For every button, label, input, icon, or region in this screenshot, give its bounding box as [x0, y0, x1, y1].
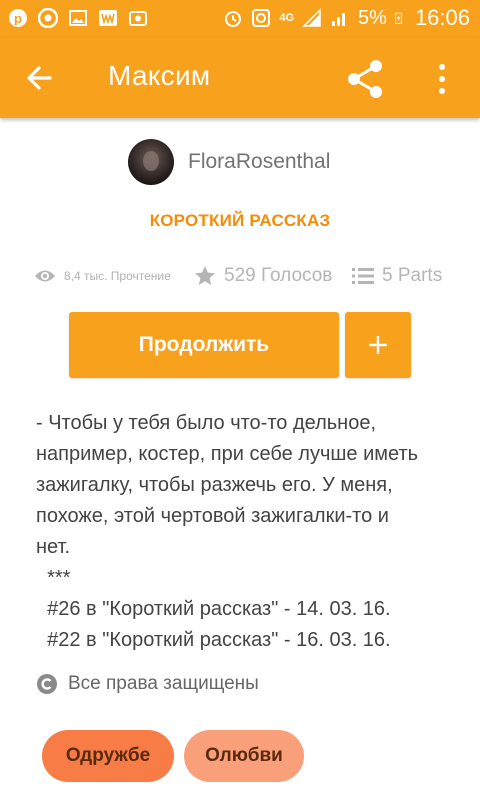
parts-count: 5 Parts — [382, 265, 443, 286]
image-icon — [69, 10, 87, 26]
star-icon — [195, 266, 215, 285]
continue-reading-button[interactable]: Продолжить — [69, 312, 339, 378]
description-line: #26 в "Короткий рассказ" - 14. 03. 16. — [36, 598, 391, 620]
reads-stat: 8,4 тыс. Прочтение — [34, 262, 171, 290]
status-bar: p 4G 5% 16:06 — [0, 0, 480, 38]
pinterest-icon: p — [9, 9, 27, 27]
copyright-text: Все права защищены — [68, 673, 259, 694]
story-description: - Чтобы у тебя было что-то дельное, напр… — [36, 408, 456, 656]
network-type: 4G — [279, 12, 295, 24]
alarm-icon — [225, 11, 242, 27]
description-line: нет. — [36, 536, 71, 558]
avatar[interactable] — [128, 139, 174, 185]
signal-icon — [302, 8, 321, 27]
plus-icon — [369, 336, 387, 354]
story-stats: 8,4 тыс. Прочтение 529 Голосов 5 Parts — [34, 262, 454, 290]
votes-stat: 529 Голосов — [194, 262, 332, 290]
app-bar: Максим — [0, 38, 480, 118]
add-to-library-button[interactable] — [345, 312, 411, 378]
copyright-notice: Все права защищены — [36, 673, 259, 695]
battery-percent: 5% — [358, 6, 387, 29]
share-button[interactable] — [344, 58, 386, 100]
wattpad-icon — [99, 10, 117, 26]
battery-charging-icon — [395, 12, 402, 24]
parts-stat[interactable]: 5 Parts — [352, 262, 442, 290]
chrome-icon — [38, 8, 58, 28]
category-label[interactable]: КОРОТКИЙ РАССКАЗ — [0, 211, 480, 231]
description-line: #22 в "Короткий рассказ" - 16. 03. 16. — [36, 629, 391, 651]
description-line: например, костер, при себе лучше иметь — [36, 443, 419, 465]
back-button[interactable] — [22, 60, 62, 96]
more-vert-icon — [439, 64, 445, 94]
tag-chip[interactable]: Одружбе — [42, 730, 174, 782]
votes-count: 529 Голосов — [224, 265, 333, 286]
author-name[interactable]: FloraRosenthal — [188, 150, 330, 174]
clock: 16:06 — [414, 5, 470, 30]
back-arrow-icon — [27, 66, 52, 90]
description-line: - Чтобы у тебя было что-то дельное, — [36, 412, 377, 434]
svg-text:p: p — [14, 11, 22, 26]
tag-chip[interactable]: Олюбви — [184, 730, 304, 782]
reads-count: 8,4 тыс. Прочтение — [64, 269, 171, 283]
list-icon — [352, 268, 374, 284]
description-line: *** — [36, 567, 71, 589]
copyright-icon — [37, 674, 57, 694]
system-icons: 4G 5% 16:06 — [223, 5, 470, 31]
share-icon — [348, 60, 382, 98]
more-options-button[interactable] — [430, 58, 454, 100]
description-line: похоже, этой чертовой зажигалки-то и — [36, 505, 389, 527]
eye-icon — [35, 270, 55, 282]
signal-2-icon — [332, 13, 346, 26]
photo-icon — [129, 11, 147, 26]
author-link[interactable]: FloraRosenthal — [128, 139, 330, 185]
story-title: Максим — [108, 60, 211, 91]
description-line: зажигалку, чтобы разжечь его. У меня, — [36, 474, 393, 496]
notification-icons: p — [8, 8, 148, 28]
data-saver-icon — [252, 9, 271, 27]
